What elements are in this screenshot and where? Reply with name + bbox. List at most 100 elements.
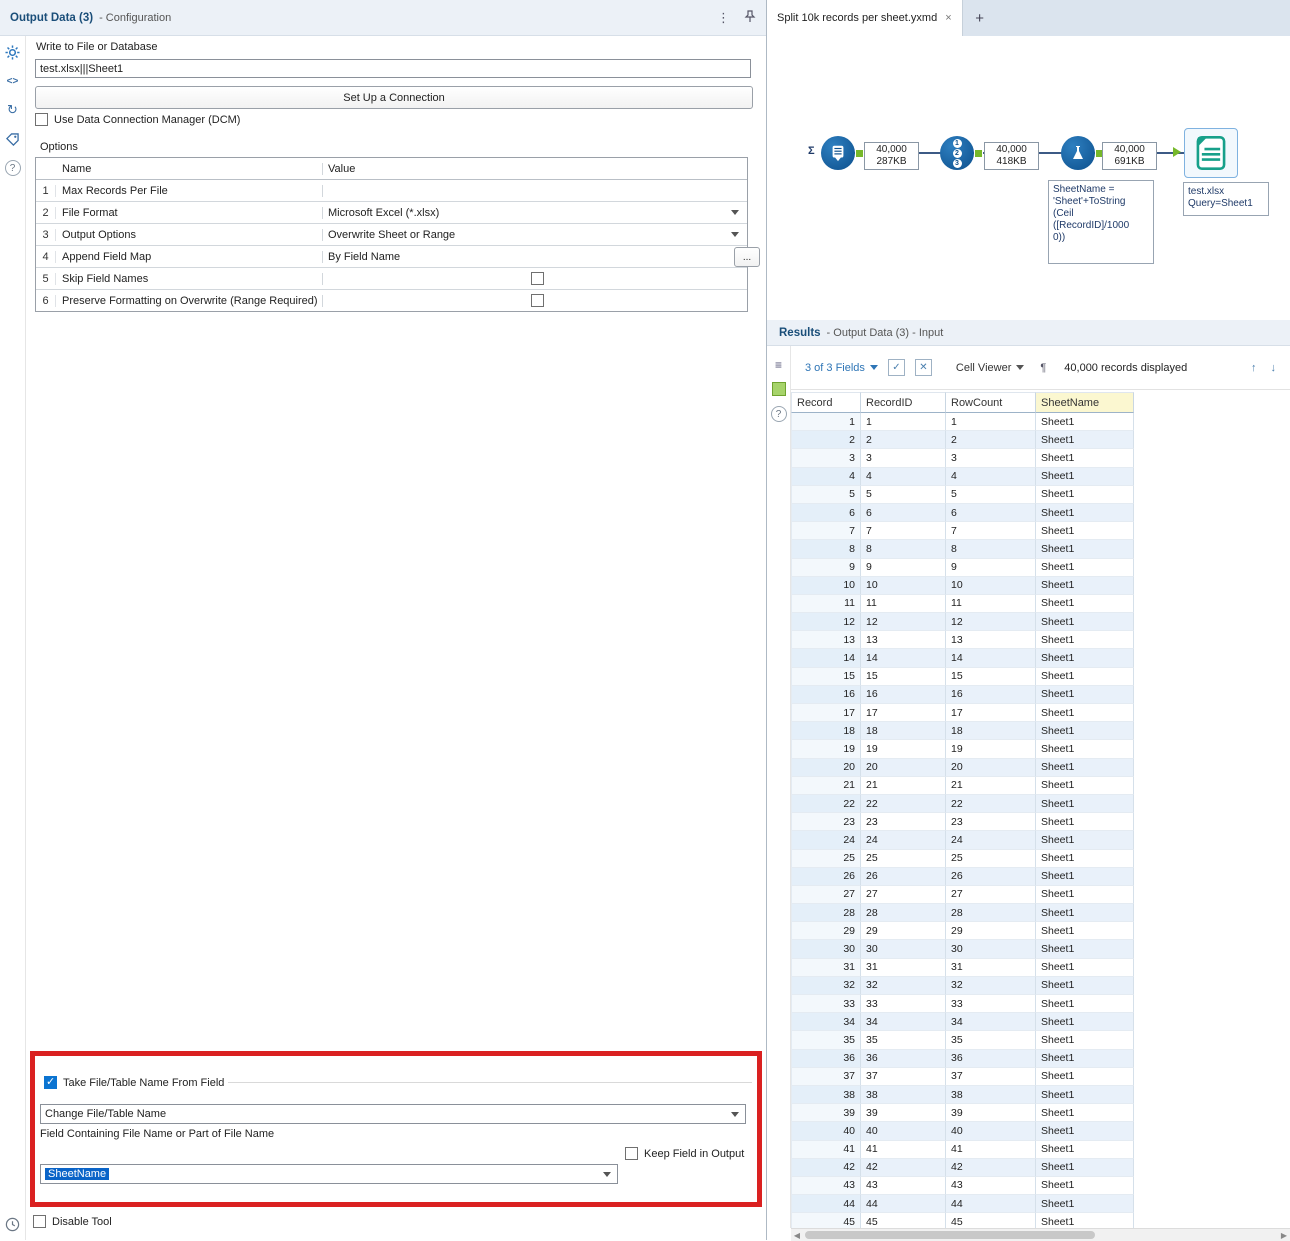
record-cell[interactable]: 28 [791, 904, 861, 923]
recordid-cell[interactable]: 12 [861, 613, 946, 632]
record-cell[interactable]: 26 [791, 867, 861, 886]
col-rowcount[interactable]: RowCount [946, 392, 1036, 413]
append-field-map-value[interactable]: By Field Name ... [323, 246, 760, 267]
record-cell[interactable]: 4 [791, 467, 861, 486]
rowcount-cell[interactable]: 10 [946, 576, 1036, 595]
table-row[interactable]: 29 29 29 Sheet1 [791, 922, 1134, 941]
table-row[interactable]: 9 9 9 Sheet1 [791, 558, 1134, 577]
recordid-cell[interactable]: 29 [861, 922, 946, 941]
recordid-cell[interactable]: 35 [861, 1031, 946, 1050]
recordid-cell[interactable]: 37 [861, 1067, 946, 1086]
deselect-icon[interactable]: ✕ [914, 359, 932, 376]
formula-annotation[interactable]: SheetName = 'Sheet'+ToString (Ceil ([Rec… [1048, 180, 1154, 264]
recordid-cell[interactable]: 8 [861, 540, 946, 559]
recordid-cell[interactable]: 9 [861, 558, 946, 577]
help-icon[interactable]: ? [4, 160, 21, 176]
table-row[interactable]: 30 30 30 Sheet1 [791, 940, 1134, 959]
rowcount-cell[interactable]: 37 [946, 1067, 1036, 1086]
recordid-cell[interactable]: 14 [861, 649, 946, 668]
sheetname-cell[interactable]: Sheet1 [1036, 831, 1134, 850]
data-anchor-icon[interactable] [771, 382, 786, 396]
col-sheetname[interactable]: SheetName [1036, 392, 1134, 413]
rowcount-cell[interactable]: 14 [946, 649, 1036, 668]
rowcount-cell[interactable]: 34 [946, 1013, 1036, 1032]
recordid-cell[interactable]: 27 [861, 885, 946, 905]
option-row-output-options[interactable]: 3 Output Options Overwrite Sheet or Rang… [36, 224, 747, 246]
table-row[interactable]: 41 41 41 Sheet1 [791, 1140, 1134, 1159]
recordid-cell[interactable]: 22 [861, 794, 946, 814]
table-row[interactable]: 18 18 18 Sheet1 [791, 722, 1134, 741]
record-cell[interactable]: 42 [791, 1158, 861, 1177]
arrow-up-icon[interactable]: ↑ [1251, 362, 1257, 374]
rowcount-cell[interactable]: 39 [946, 1104, 1036, 1123]
recordid-cell[interactable]: 13 [861, 631, 946, 650]
skip-field-names-checkbox[interactable] [531, 272, 544, 285]
table-row[interactable]: 15 15 15 Sheet1 [791, 667, 1134, 686]
record-cell[interactable]: 16 [791, 685, 861, 704]
record-cell[interactable]: 2 [791, 431, 861, 450]
sheetname-cell[interactable]: Sheet1 [1036, 995, 1134, 1014]
table-row[interactable]: 38 38 38 Sheet1 [791, 1085, 1134, 1105]
rowcount-cell[interactable]: 1 [946, 413, 1036, 432]
table-row[interactable]: 35 35 35 Sheet1 [791, 1031, 1134, 1050]
recordid-cell[interactable]: 6 [861, 503, 946, 523]
sheetname-cell[interactable]: Sheet1 [1036, 467, 1134, 486]
recordid-cell[interactable]: 41 [861, 1140, 946, 1159]
recordid-cell[interactable]: 1 [861, 413, 946, 432]
recordid-cell[interactable]: 43 [861, 1176, 946, 1196]
sheetname-cell[interactable]: Sheet1 [1036, 431, 1134, 450]
record-cell[interactable]: 20 [791, 758, 861, 777]
record-cell[interactable]: 1 [791, 413, 861, 432]
record-cell[interactable]: 15 [791, 667, 861, 686]
output-anchor[interactable] [974, 149, 983, 158]
field-name-combo[interactable]: SheetName [40, 1164, 618, 1184]
refresh-icon[interactable]: ↻ [5, 102, 21, 118]
recordid-cell[interactable]: 11 [861, 594, 946, 614]
keep-field-checkbox[interactable] [625, 1147, 638, 1160]
sheetname-cell[interactable]: Sheet1 [1036, 1067, 1134, 1086]
sheetname-cell[interactable]: Sheet1 [1036, 1140, 1134, 1159]
workflow-canvas[interactable]: Σ 40,000 287KB 1 2 3 40,000 418KB 40,000… [767, 36, 1290, 321]
rowcount-cell[interactable]: 3 [946, 449, 1036, 468]
record-cell[interactable]: 3 [791, 449, 861, 468]
table-row[interactable]: 25 25 25 Sheet1 [791, 849, 1134, 868]
recordid-cell[interactable]: 25 [861, 849, 946, 868]
record-cell[interactable]: 37 [791, 1067, 861, 1086]
rowcount-cell[interactable]: 36 [946, 1049, 1036, 1068]
sheetname-cell[interactable]: Sheet1 [1036, 649, 1134, 668]
rowcount-cell[interactable]: 17 [946, 704, 1036, 723]
preserve-formatting-checkbox[interactable] [531, 294, 544, 307]
table-row[interactable]: 32 32 32 Sheet1 [791, 976, 1134, 995]
scroll-left-arrow[interactable]: ◀ [791, 1229, 803, 1241]
input-data-tool[interactable] [821, 136, 855, 170]
record-cell[interactable]: 25 [791, 849, 861, 868]
table-row[interactable]: 10 10 10 Sheet1 [791, 576, 1134, 595]
rowcount-cell[interactable]: 43 [946, 1176, 1036, 1196]
table-row[interactable]: 13 13 13 Sheet1 [791, 631, 1134, 650]
recordid-cell[interactable]: 15 [861, 667, 946, 686]
change-file-table-dropdown[interactable]: Change File/Table Name [40, 1104, 746, 1124]
file-path-input[interactable]: test.xlsx|||Sheet1 [35, 59, 751, 78]
recordid-cell[interactable]: 39 [861, 1104, 946, 1123]
record-cell[interactable]: 35 [791, 1031, 861, 1050]
gear-icon[interactable] [5, 44, 21, 60]
option-row-max-records[interactable]: 1 Max Records Per File [36, 180, 747, 202]
record-cell[interactable]: 41 [791, 1140, 861, 1159]
table-row[interactable]: 24 24 24 Sheet1 [791, 831, 1134, 850]
sheetname-cell[interactable]: Sheet1 [1036, 740, 1134, 759]
rowcount-cell[interactable]: 21 [946, 776, 1036, 795]
table-row[interactable]: 1 1 1 Sheet1 [791, 413, 1134, 432]
recordid-cell[interactable]: 24 [861, 831, 946, 850]
record-cell[interactable]: 29 [791, 922, 861, 941]
recordid-cell[interactable]: 36 [861, 1049, 946, 1068]
rowcount-cell[interactable]: 26 [946, 867, 1036, 886]
sheetname-cell[interactable]: Sheet1 [1036, 922, 1134, 941]
disable-tool-checkbox[interactable] [33, 1215, 46, 1228]
record-cell[interactable]: 33 [791, 995, 861, 1014]
sheetname-cell[interactable]: Sheet1 [1036, 1031, 1134, 1050]
recordid-cell[interactable]: 10 [861, 576, 946, 595]
recordid-cell[interactable]: 7 [861, 522, 946, 541]
record-cell[interactable]: 44 [791, 1195, 861, 1214]
kebab-menu-icon[interactable]: ⋮ [717, 10, 730, 26]
sheetname-cell[interactable]: Sheet1 [1036, 1122, 1134, 1141]
